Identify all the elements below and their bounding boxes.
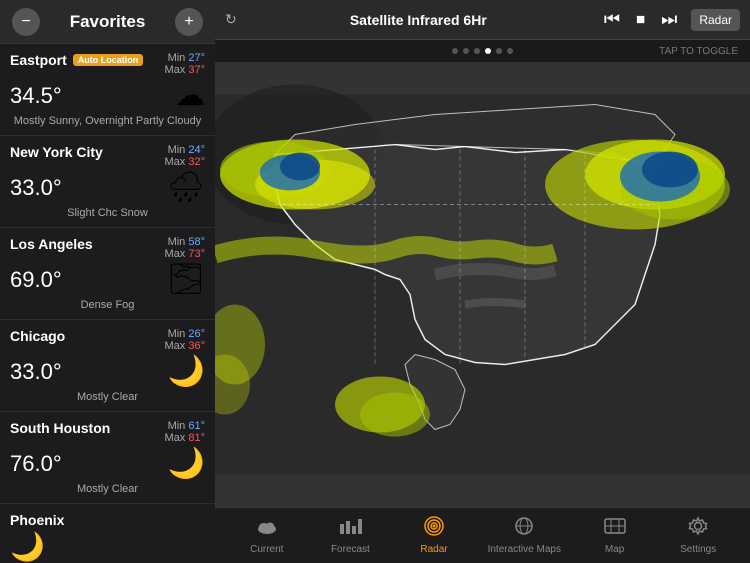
- condition-text: Dense Fog: [10, 299, 205, 311]
- skip-forward-button[interactable]: ⏭: [657, 7, 681, 32]
- city-name: Phoenix: [10, 512, 64, 528]
- nav-label-settings: Settings: [680, 544, 716, 555]
- condition-text: Slight Chc Snow: [10, 207, 205, 219]
- app-container: − Favorites + Eastport Auto Location Min…: [0, 0, 750, 563]
- bottom-nav: Current Forecast Radar Interactive Maps …: [215, 507, 750, 563]
- satellite-svg: [215, 62, 750, 507]
- nav-icon-map: [603, 516, 627, 542]
- weather-icon: 🌧: [167, 170, 205, 205]
- nav-icon-forecast: [338, 516, 362, 542]
- nav-item-interactive-maps[interactable]: Interactive Maps: [488, 516, 561, 555]
- auto-badge: Auto Location: [73, 54, 144, 66]
- current-temp: 76.0°: [10, 451, 62, 477]
- minus-button[interactable]: −: [12, 8, 40, 36]
- weather-item-phoenix[interactable]: Phoenix 🌙: [0, 504, 215, 563]
- current-temp: 33.0°: [10, 359, 62, 385]
- plus-button[interactable]: +: [175, 8, 203, 36]
- condition-text: Mostly Sunny, Overnight Partly Cloudy: [10, 115, 205, 127]
- current-temp: 69.0°: [10, 267, 62, 293]
- sidebar-list: Eastport Auto Location Min 27° Max 37° 3…: [0, 44, 215, 563]
- weather-icon: 🌙: [168, 446, 205, 481]
- city-name: South Houston: [10, 420, 110, 436]
- nav-item-settings[interactable]: Settings: [668, 516, 728, 555]
- timeline-dot-3[interactable]: [485, 48, 491, 54]
- nav-item-map[interactable]: Map: [585, 516, 645, 555]
- tap-toggle-label: TAP TO TOGGLE: [659, 46, 738, 57]
- weather-item-eastport[interactable]: Eastport Auto Location Min 27° Max 37° 3…: [0, 44, 215, 136]
- timeline-dot-0[interactable]: [452, 48, 458, 54]
- sidebar-title: Favorites: [40, 12, 175, 32]
- weather-icon: 🌙: [168, 354, 205, 389]
- weather-item-south-houston[interactable]: South Houston Min 61° Max 81° 76.0° 🌙: [0, 412, 215, 504]
- stop-button[interactable]: ⏹: [632, 7, 649, 32]
- radar-button[interactable]: Radar: [691, 9, 740, 31]
- main-panel: ↻ Satellite Infrared 6Hr ⏮ ⏹ ⏭ Radar TAP…: [215, 0, 750, 563]
- weather-icon: 🌫: [167, 262, 205, 297]
- skip-back-button[interactable]: ⏮: [600, 7, 624, 32]
- map-title: Satellite Infrared 6Hr: [247, 12, 590, 28]
- nav-label-map: Map: [605, 544, 624, 555]
- nav-label-forecast: Forecast: [331, 544, 370, 555]
- nav-label-radar: Radar: [420, 544, 447, 555]
- nav-label-current: Current: [250, 544, 283, 555]
- city-name-row: Phoenix: [10, 512, 205, 528]
- playback-controls: ⏮ ⏹ ⏭: [600, 7, 681, 32]
- weather-item-los-angeles[interactable]: Los Angeles Min 58° Max 73° 69.0° 🌫: [0, 228, 215, 320]
- weather-item-new-york-city[interactable]: New York City Min 24° Max 32° 33.0° 🌧: [0, 136, 215, 228]
- timeline-dot-1[interactable]: [463, 48, 469, 54]
- nav-label-interactive maps: Interactive Maps: [488, 544, 561, 555]
- nav-item-radar[interactable]: Radar: [404, 516, 464, 555]
- nav-icon-radar: [422, 516, 446, 542]
- sidebar-header: − Favorites +: [0, 0, 215, 44]
- city-name: Los Angeles: [10, 236, 93, 252]
- nav-item-current[interactable]: Current: [237, 516, 297, 555]
- nav-icon-settings: [686, 516, 710, 542]
- condition-text: Mostly Clear: [10, 391, 205, 403]
- nav-icon-interactive maps: [512, 516, 536, 542]
- timeline-dot-5[interactable]: [507, 48, 513, 54]
- city-name: New York City: [10, 144, 103, 160]
- nav-icon-current: [255, 516, 279, 542]
- city-name: Eastport: [10, 52, 67, 68]
- timeline: [452, 48, 513, 54]
- nav-item-forecast[interactable]: Forecast: [320, 516, 380, 555]
- city-name: Chicago: [10, 328, 65, 344]
- timeline-dot-4[interactable]: [496, 48, 502, 54]
- current-temp: 34.5°: [10, 83, 62, 109]
- refresh-icon: ↻: [225, 11, 237, 28]
- sidebar: − Favorites + Eastport Auto Location Min…: [0, 0, 215, 563]
- current-temp: 33.0°: [10, 175, 62, 201]
- condition-text: Mostly Clear: [10, 483, 205, 495]
- weather-item-chicago[interactable]: Chicago Min 26° Max 36° 33.0° 🌙 Mos: [0, 320, 215, 412]
- map-header: ↻ Satellite Infrared 6Hr ⏮ ⏹ ⏭ Radar: [215, 0, 750, 40]
- satellite-map[interactable]: [215, 62, 750, 507]
- weather-icon: ☁: [175, 78, 205, 113]
- timeline-dot-2[interactable]: [474, 48, 480, 54]
